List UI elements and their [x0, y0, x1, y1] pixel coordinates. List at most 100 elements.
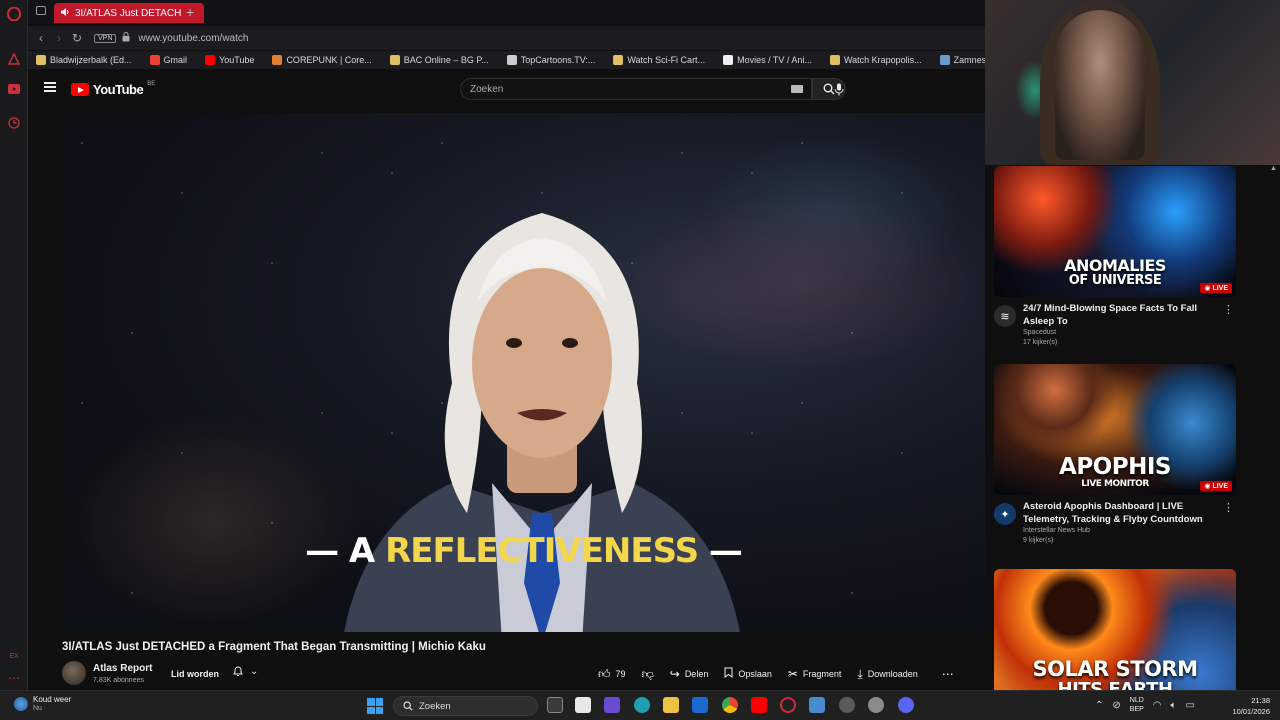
aria-icon[interactable] [6, 51, 22, 67]
recommendation-item[interactable]: SOLAR STORM HITS EARTH [994, 569, 1236, 690]
more-icon[interactable]: ⋯ [6, 670, 22, 686]
channel-avatar[interactable] [62, 661, 86, 685]
speaker-icon[interactable] [60, 7, 70, 20]
file-explorer-icon[interactable] [663, 697, 679, 713]
language-indicator[interactable]: NLD BEP [1130, 696, 1144, 714]
youtube-sidebar-icon[interactable] [6, 81, 22, 97]
bookmark-label: Zamnesia | Het Be... [953, 55, 985, 65]
youtube-app-icon[interactable] [751, 697, 767, 713]
notification-button[interactable]: ⌄ [232, 665, 258, 677]
bookmark-icon [724, 667, 733, 681]
bookmark-item[interactable]: Watch Krapopolis... [829, 55, 922, 65]
volume-icon[interactable]: 🔈︎ [1171, 700, 1177, 711]
save-button[interactable]: Opslaan [724, 667, 772, 681]
webcam-overlay [985, 0, 1280, 165]
folder-icon [36, 55, 46, 65]
vpn-badge[interactable]: VPN [94, 33, 117, 43]
bookmark-item[interactable]: TopCartoons.TV:... [506, 55, 596, 65]
start-button[interactable] [367, 698, 383, 714]
channel-name[interactable]: Atlas Report [93, 663, 152, 674]
video-thumbnail[interactable]: SOLAR STORM HITS EARTH [994, 569, 1236, 690]
video-thumbnail[interactable]: ANOMALIES OF UNIVERSE ◉ LIVE [994, 166, 1236, 297]
recommendation-title[interactable]: Asteroid Apophis Dashboard | LIVE Teleme… [1023, 500, 1236, 526]
voice-search-button[interactable] [828, 79, 850, 99]
more-actions-button[interactable]: ⋯ [942, 667, 954, 681]
play-icon [723, 55, 734, 65]
video-actions: 👍︎ 79 👎︎ ↪ Delen Opslaan ✂ Fragment ⤓ Do… [598, 664, 970, 684]
network-off-icon[interactable]: ⊘ [1112, 700, 1120, 711]
keyboard-icon[interactable] [791, 85, 803, 93]
channel-avatar[interactable]: ≋ [994, 305, 1016, 327]
settings-icon[interactable] [868, 697, 884, 713]
bookmark-item[interactable]: YouTube [205, 55, 254, 65]
share-button[interactable]: ↪ Delen [670, 667, 709, 681]
app-icon[interactable] [839, 697, 855, 713]
chrome-icon[interactable] [722, 697, 738, 713]
opera-logo-icon[interactable] [6, 6, 22, 22]
bookmark-item[interactable]: Bladwijzerbalk (Ed... [36, 55, 132, 65]
dislike-button[interactable]: 👎︎ [642, 667, 654, 682]
more-options-icon[interactable]: ⋮ [1223, 501, 1234, 514]
history-icon[interactable] [6, 115, 22, 131]
forward-icon[interactable]: › [50, 31, 68, 45]
youtube-icon [205, 55, 216, 65]
wifi-icon[interactable]: ◠ [1153, 700, 1162, 711]
thumbnail-text: APOPHIS [1059, 454, 1171, 480]
recommendation-channel[interactable]: Interstellar News Hub [1023, 527, 1236, 534]
channel-avatar[interactable]: ✦ [994, 503, 1016, 525]
webcam-person [1055, 10, 1145, 160]
recommendation-channel[interactable]: Spacedust [1023, 329, 1236, 336]
browser-sidebar: EX ⋯ [0, 0, 28, 690]
teams-icon[interactable] [604, 697, 620, 713]
bookmark-item[interactable]: Movies / TV / Ani... [723, 55, 812, 65]
url-field[interactable]: www.youtube.com/watch [138, 33, 248, 44]
weather-title: Koud weer [33, 695, 72, 704]
weather-icon [14, 696, 28, 711]
bookmark-item[interactable]: BAC Online – BG P... [389, 55, 489, 65]
bookmark-item[interactable]: Watch Sci-Fi Cart... [613, 55, 705, 65]
task-view-icon[interactable] [547, 697, 563, 713]
windows-taskbar: Koud weer Nu Zoeken ⌃ ⊘ NLD BEP ◠ 🔈︎ ▭ 2… [0, 690, 1280, 720]
clip-button[interactable]: ✂ Fragment [788, 667, 842, 681]
download-button[interactable]: ⤓ Downloaden [857, 667, 917, 682]
recommendation-title[interactable]: 24/7 Mind-Blowing Space Facts To Fall As… [1023, 302, 1236, 328]
tab-strip: 3I/ATLAS Just DETACH + [28, 0, 985, 24]
scroll-up-icon[interactable]: ▲ [1270, 165, 1278, 173]
store-icon[interactable] [575, 697, 591, 713]
lock-icon [122, 31, 130, 45]
reload-icon[interactable]: ↻ [68, 31, 86, 45]
bookmark-item[interactable]: Gmail [149, 55, 187, 65]
edge-icon[interactable] [634, 697, 650, 713]
tab-menu-icon[interactable] [36, 6, 46, 15]
calculator-icon[interactable] [809, 697, 825, 713]
join-button[interactable]: Lid worden [162, 665, 228, 683]
download-icon: ⤓ [857, 666, 863, 681]
recommendation-item[interactable]: APOPHIS LIVE MONITOR ◉ LIVE ✦ Asteroid A… [994, 364, 1236, 544]
tab-active[interactable]: 3I/ATLAS Just DETACH [54, 3, 204, 23]
discord-icon[interactable] [898, 697, 914, 713]
thumbnail-text: SOLAR STORM [1032, 657, 1198, 681]
bookmark-label: TopCartoons.TV:... [520, 55, 596, 65]
opera-taskbar-icon[interactable] [780, 697, 796, 713]
more-options-icon[interactable]: ⋮ [1223, 303, 1234, 316]
video-thumbnail[interactable]: APOPHIS LIVE MONITOR ◉ LIVE [994, 364, 1236, 495]
weather-widget[interactable]: Koud weer Nu [14, 695, 71, 712]
system-clock[interactable]: 21:38 10/01/2026 [1232, 695, 1270, 717]
search-input[interactable]: Zoeken [460, 78, 812, 100]
caption-prefix: — A [305, 531, 375, 571]
zamnesia-icon [939, 55, 950, 65]
back-icon[interactable]: ‹ [32, 31, 50, 45]
like-button[interactable]: 👍︎ 79 [598, 667, 626, 682]
menu-icon[interactable] [44, 82, 56, 92]
recommendation-item[interactable]: ANOMALIES OF UNIVERSE ◉ LIVE ≋ 24/7 Mind… [994, 166, 1236, 346]
battery-icon[interactable]: ▭ [1186, 700, 1195, 711]
taskbar-search[interactable]: Zoeken [393, 696, 538, 716]
outlook-icon[interactable] [692, 697, 708, 713]
chevron-up-icon[interactable]: ⌃ [1095, 700, 1103, 711]
youtube-logo[interactable]: YouTube BE [71, 81, 155, 97]
bookmark-item[interactable]: Zamnesia | Het Be... [939, 55, 985, 65]
bookmark-item[interactable]: COREPUNK | Core... [272, 55, 372, 65]
video-player[interactable]: — A REFLECTIVENESS — [62, 113, 985, 632]
extension-icon[interactable]: EX [6, 648, 22, 664]
new-tab-icon[interactable]: + [186, 4, 194, 20]
